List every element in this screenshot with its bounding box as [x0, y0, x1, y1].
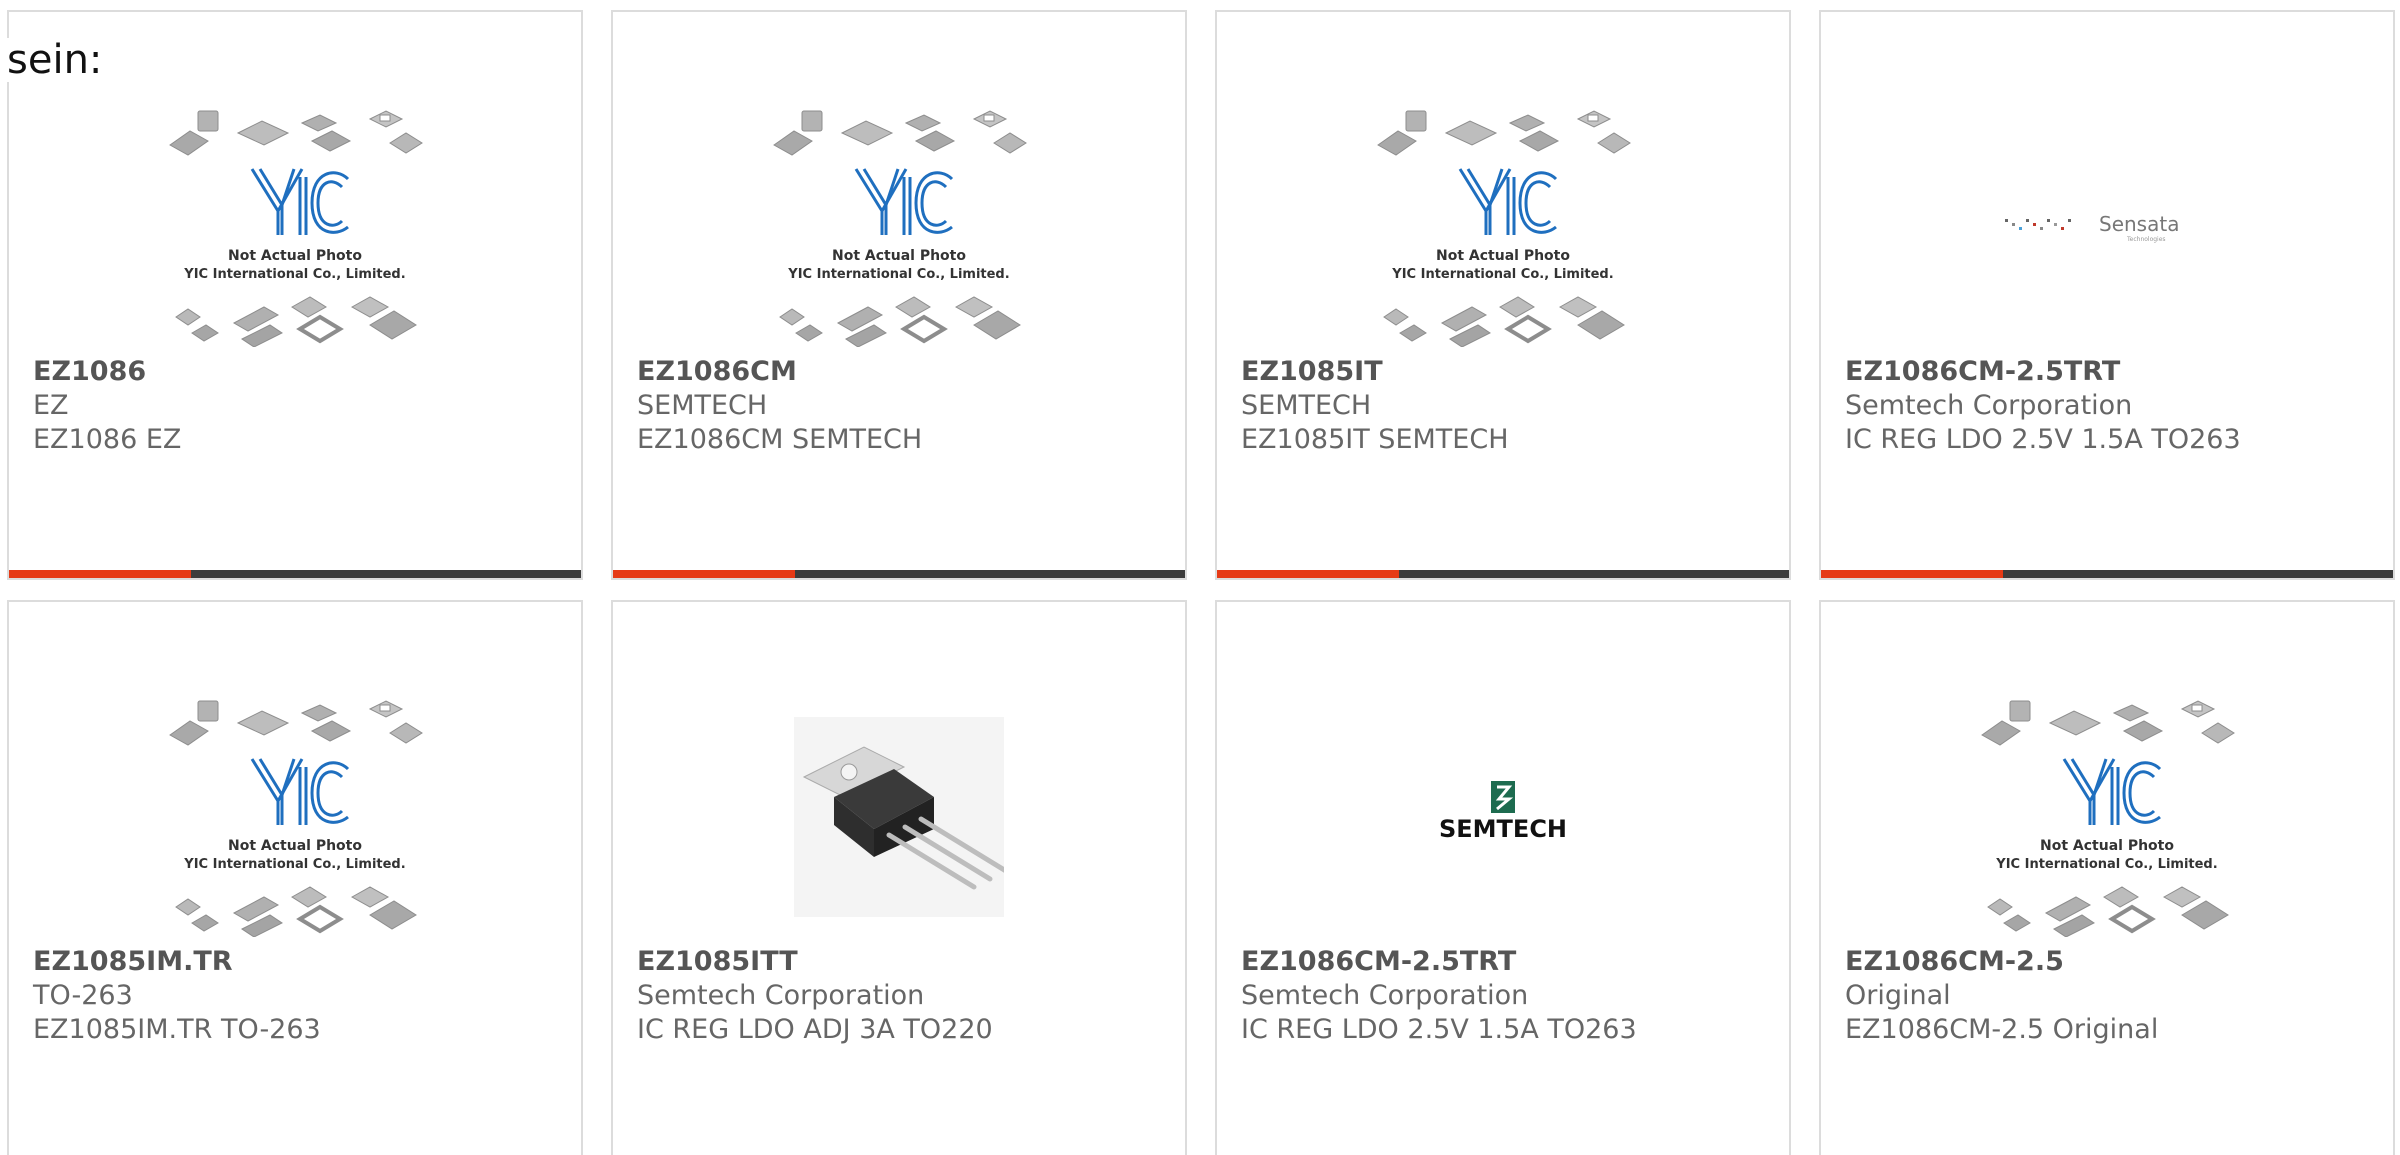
card-footer-accent	[1217, 570, 1399, 578]
photo-caption-line1: Not Actual Photo	[2040, 838, 2174, 854]
description-label: EZ1086CM-2.5 Original	[1845, 1014, 2159, 1045]
yic-placeholder-image: Not Actual Photo YIC International Co., …	[1981, 700, 2235, 937]
part-number-link[interactable]: EZ1086CM-2.5TRT	[1845, 355, 2381, 389]
product-card[interactable]: Sensata Technologies EZ1086CM-2.5TRT Semtec…	[1819, 10, 2395, 580]
description-label: EZ1086CM SEMTECH	[637, 424, 923, 455]
card-footer-bar	[613, 570, 1185, 578]
photo-caption-line2: YIC International Co., Limited.	[787, 267, 1009, 282]
yic-placeholder-image: Not Actual Photo YIC International Co., …	[773, 110, 1027, 347]
card-footer-bar	[1821, 570, 2393, 578]
product-image-placeholder: Not Actual Photo YIC International Co., …	[613, 102, 1185, 352]
product-info: EZ1085ITT Semtech Corporation IC REG LDO A…	[637, 945, 1173, 1047]
card-footer-accent	[1821, 570, 2003, 578]
description-label: EZ1085IM.TR TO-263	[33, 1014, 321, 1045]
product-card[interactable]: EZ1085ITT Semtech Corporation IC REG LDO A…	[611, 600, 1187, 1155]
product-info: EZ1086CM-2.5 Original EZ1086CM-2.5 Origina…	[1845, 945, 2381, 1047]
part-number-link[interactable]: EZ1086CM-2.5TRT	[1241, 945, 1777, 979]
product-grid-page: sein: Not Actual Photo YIC International…	[0, 0, 2400, 1155]
manufacturer-label: Semtech Corporation	[1845, 390, 2133, 421]
product-info: EZ1086 EZ EZ1086 EZ	[33, 355, 569, 457]
card-footer-accent	[9, 570, 191, 578]
card-footer-bar	[9, 570, 581, 578]
description-label: EZ1085IT SEMTECH	[1241, 424, 1509, 455]
to220-package-icon	[794, 717, 1004, 917]
part-number-link[interactable]: EZ1085IM.TR	[33, 945, 569, 979]
product-card[interactable]: SEMTECH EZ1086CM-2.5TRT Semtech Corporatio…	[1215, 600, 1791, 1155]
photo-caption-line1: Not Actual Photo	[832, 248, 966, 264]
product-card[interactable]: Not Actual Photo YIC International Co., …	[611, 10, 1187, 580]
manufacturer-label: Original	[1845, 980, 1951, 1011]
product-info: EZ1085IT SEMTECH EZ1085IT SEMTECH	[1241, 355, 1777, 457]
product-image-placeholder: Not Actual Photo YIC International Co., …	[9, 102, 581, 352]
semtech-logo-icon: SEMTECH	[1439, 781, 1567, 843]
product-info: EZ1086CM SEMTECH EZ1086CM SEMTECH	[637, 355, 1173, 457]
photo-caption-line2: YIC International Co., Limited.	[1995, 857, 2217, 872]
yic-placeholder-image: Not Actual Photo YIC International Co., …	[169, 700, 423, 937]
description-label: IC REG LDO 2.5V 1.5A TO263	[1845, 424, 2241, 455]
product-image-placeholder: Not Actual Photo YIC International Co., …	[1821, 692, 2393, 942]
card-footer-accent	[613, 570, 795, 578]
product-info: EZ1086CM-2.5TRT Semtech Corporation IC REG…	[1845, 355, 2381, 457]
photo-caption-line1: Not Actual Photo	[228, 248, 362, 264]
intro-text: sein:	[7, 37, 103, 83]
product-card[interactable]: Not Actual Photo YIC International Co., …	[7, 600, 583, 1155]
yic-placeholder-image: Not Actual Photo YIC International Co., …	[1377, 110, 1631, 347]
sensata-logo-icon: SensataTechnologies	[2005, 212, 2179, 243]
product-card[interactable]: Not Actual Photo YIC International Co., …	[1819, 600, 2395, 1155]
description-label: IC REG LDO 2.5V 1.5A TO263	[1241, 1014, 1637, 1045]
sensata-logo-image: Sensata Technologies	[1821, 102, 2393, 352]
photo-caption-line2: YIC International Co., Limited.	[1391, 267, 1613, 282]
photo-caption-line2: YIC International Co., Limited.	[183, 267, 405, 282]
product-image-placeholder: Not Actual Photo YIC International Co., …	[9, 692, 581, 942]
description-label: IC REG LDO ADJ 3A TO220	[637, 1014, 993, 1045]
semtech-logo-image: SEMTECH	[1217, 692, 1789, 942]
semtech-brand-text: SEMTECH	[1439, 815, 1567, 843]
photo-caption-line1: Not Actual Photo	[1436, 248, 1570, 264]
manufacturer-label: TO-263	[33, 980, 133, 1011]
photo-caption-line1: Not Actual Photo	[228, 838, 362, 854]
manufacturer-label: EZ	[33, 390, 69, 421]
part-number-link[interactable]: EZ1085IT	[1241, 355, 1777, 389]
description-label: EZ1086 EZ	[33, 424, 182, 455]
part-number-link[interactable]: EZ1086	[33, 355, 569, 389]
product-info: EZ1085IM.TR TO-263 EZ1085IM.TR TO-263	[33, 945, 569, 1047]
product-card[interactable]: Not Actual Photo YIC International Co., …	[7, 10, 583, 580]
manufacturer-label: SEMTECH	[1241, 390, 1372, 421]
manufacturer-label: Semtech Corporation	[637, 980, 925, 1011]
product-image-placeholder: Not Actual Photo YIC International Co., …	[1217, 102, 1789, 352]
part-number-link[interactable]: EZ1086CM	[637, 355, 1173, 389]
part-number-link[interactable]: EZ1086CM-2.5	[1845, 945, 2381, 979]
product-card[interactable]: Not Actual Photo YIC International Co., …	[1215, 10, 1791, 580]
sensata-brand-text: Sensata	[2099, 212, 2179, 236]
photo-caption-line2: YIC International Co., Limited.	[183, 857, 405, 872]
yic-placeholder-image: Not Actual Photo YIC International Co., …	[169, 110, 423, 347]
manufacturer-label: Semtech Corporation	[1241, 980, 1529, 1011]
sensata-brand-subtext: Technologies	[2126, 236, 2166, 243]
product-info: EZ1086CM-2.5TRT Semtech Corporation IC REG…	[1241, 945, 1777, 1047]
manufacturer-label: SEMTECH	[637, 390, 768, 421]
to220-package-photo	[613, 692, 1185, 942]
part-number-link[interactable]: EZ1085ITT	[637, 945, 1173, 979]
card-footer-bar	[1217, 570, 1789, 578]
